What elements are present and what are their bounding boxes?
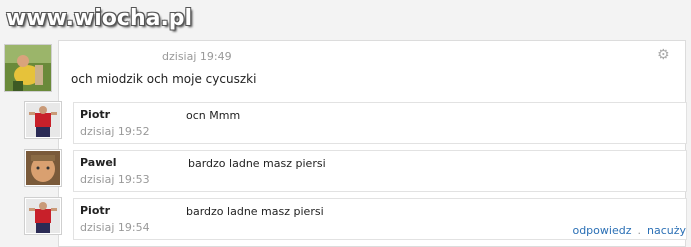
comment-text: bardzo ladne masz piersi [186, 205, 324, 218]
site-watermark: www.wiocha.pl [6, 6, 193, 31]
post-timestamp: dzisiaj 19:49 [162, 50, 232, 63]
comment-item: Piotr dzisiaj 19:52 осn Mmm [24, 101, 687, 144]
comment-text: bardzo ladne masz piersi [188, 157, 326, 170]
comment-timestamp: dzisiaj 19:52 [80, 125, 150, 138]
comment-author[interactable]: Pawel [80, 156, 117, 169]
teach-link[interactable]: nacuży [647, 224, 686, 237]
action-separator: . [637, 224, 641, 237]
gear-icon[interactable]: ⚙ [657, 48, 671, 62]
post-card: dzisiaj 19:49 ⚙ och miodzik och moje cyc… [24, 40, 687, 247]
comment-item: Pawel dzisiaj 19:53 bardzo ladne masz pi… [24, 149, 687, 192]
comment-timestamp: dzisiaj 19:53 [80, 173, 150, 186]
comment-author[interactable]: Piotr [80, 204, 110, 217]
reply-link[interactable]: odpowiedz [572, 224, 631, 237]
comment-actions: odpowiedz. nacuży [572, 224, 686, 237]
post-author-avatar[interactable] [4, 44, 52, 92]
comment-avatar[interactable] [24, 101, 62, 139]
comment-text: осn Mmm [186, 109, 241, 122]
comment-avatar[interactable] [24, 149, 62, 187]
comment-author[interactable]: Piotr [80, 108, 110, 121]
post-text: och miodzik och moje cycuszki [71, 72, 257, 86]
comment-timestamp: dzisiaj 19:54 [80, 221, 150, 234]
comment-avatar[interactable] [24, 197, 62, 235]
comment-item: Piotr dzisiaj 19:54 bardzo ladne masz pi… [24, 197, 687, 240]
